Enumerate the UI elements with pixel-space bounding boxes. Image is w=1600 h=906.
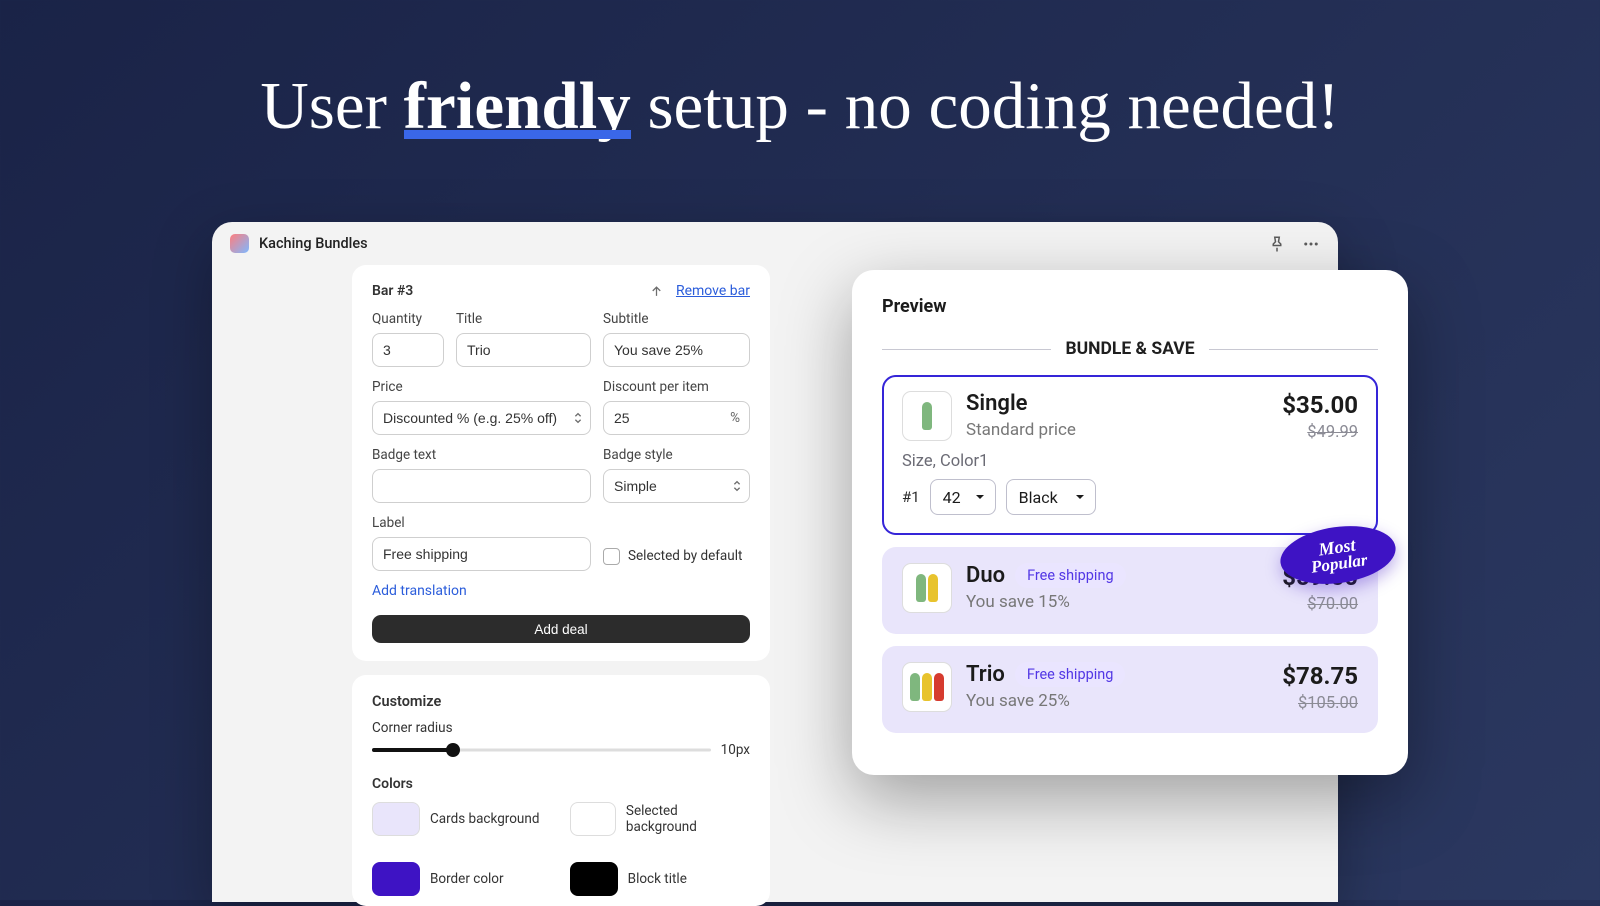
more-icon[interactable] bbox=[1302, 235, 1320, 253]
label-label: Label bbox=[372, 515, 591, 531]
swatch-selected-background[interactable] bbox=[570, 802, 616, 836]
discount-input[interactable] bbox=[603, 401, 750, 435]
corner-radius-slider[interactable] bbox=[372, 748, 711, 752]
price-select[interactable] bbox=[372, 401, 591, 435]
variant-color-select[interactable]: Black bbox=[1006, 479, 1096, 515]
preview-title: Preview bbox=[882, 296, 1378, 317]
selected-default-checkbox[interactable] bbox=[603, 548, 620, 565]
page-headline: User friendly setup - no coding needed! bbox=[0, 0, 1600, 145]
bundle-card-duo[interactable]: MostPopular Duo Free shipping You save 1… bbox=[882, 547, 1378, 634]
app-logo bbox=[230, 234, 249, 253]
chevron-down-icon bbox=[975, 492, 985, 502]
price: $35.00 bbox=[1282, 391, 1358, 419]
bundle-header: BUNDLE & SAVE bbox=[882, 339, 1378, 359]
swatch-block-title[interactable] bbox=[570, 862, 618, 896]
swatch-cards-background[interactable] bbox=[372, 802, 420, 836]
arrow-up-icon[interactable] bbox=[649, 284, 664, 299]
pin-icon[interactable] bbox=[1268, 235, 1286, 253]
chevron-down-icon bbox=[1075, 492, 1085, 502]
corner-radius-label: Corner radius bbox=[372, 720, 750, 736]
title-input[interactable] bbox=[456, 333, 591, 367]
product-thumb bbox=[902, 391, 952, 441]
app-title-bar: Kaching Bundles bbox=[212, 222, 1338, 265]
chevron-updown-icon bbox=[573, 411, 583, 425]
selected-default-label: Selected by default bbox=[628, 548, 742, 564]
title-label: Title bbox=[456, 311, 591, 327]
badge-style-select[interactable] bbox=[603, 469, 750, 503]
bundle-card-single[interactable]: Single Standard price $35.00 $49.99 Size… bbox=[882, 375, 1378, 535]
discount-label: Discount per item bbox=[603, 379, 750, 395]
subtitle-input[interactable] bbox=[603, 333, 750, 367]
add-deal-button[interactable]: Add deal bbox=[372, 615, 750, 643]
badge-style-label: Badge style bbox=[603, 447, 750, 463]
badge-text-label: Badge text bbox=[372, 447, 591, 463]
add-translation-link[interactable]: Add translation bbox=[372, 583, 750, 599]
remove-bar-link[interactable]: Remove bar bbox=[676, 283, 750, 299]
bundle-card-trio[interactable]: Trio Free shipping You save 25% $78.75 $… bbox=[882, 646, 1378, 733]
swatch-border-color[interactable] bbox=[372, 862, 420, 896]
old-price: $49.99 bbox=[1282, 423, 1358, 442]
free-shipping-tag: Free shipping bbox=[1015, 563, 1126, 588]
subtitle-label: Subtitle bbox=[603, 311, 750, 327]
variant-size-select[interactable]: 42 bbox=[930, 479, 996, 515]
label-input[interactable] bbox=[372, 537, 591, 571]
app-name: Kaching Bundles bbox=[259, 235, 368, 252]
quantity-label: Quantity bbox=[372, 311, 444, 327]
bar-config-panel: Bar #3 Remove bar Quantity Title Subtitl… bbox=[352, 265, 770, 661]
variant-label: Size, Color1 bbox=[902, 452, 1358, 471]
quantity-input[interactable] bbox=[372, 333, 444, 367]
bar-title: Bar #3 bbox=[372, 283, 649, 299]
colors-grid: Cards background Selected background Bor… bbox=[372, 802, 750, 896]
price-label: Price bbox=[372, 379, 591, 395]
badge-text-input[interactable] bbox=[372, 469, 591, 503]
corner-radius-value: 10px bbox=[721, 742, 750, 758]
product-thumb bbox=[902, 662, 952, 712]
customize-title: Customize bbox=[372, 693, 750, 710]
colors-title: Colors bbox=[372, 776, 750, 792]
product-thumb bbox=[902, 563, 952, 613]
chevron-updown-icon bbox=[732, 479, 742, 493]
discount-unit: % bbox=[730, 410, 740, 426]
preview-panel: Preview BUNDLE & SAVE Single Standard pr… bbox=[852, 270, 1408, 775]
free-shipping-tag: Free shipping bbox=[1015, 662, 1126, 687]
variant-index: #1 bbox=[902, 488, 920, 506]
customize-panel: Customize Corner radius 10px Colors Card… bbox=[352, 675, 770, 906]
